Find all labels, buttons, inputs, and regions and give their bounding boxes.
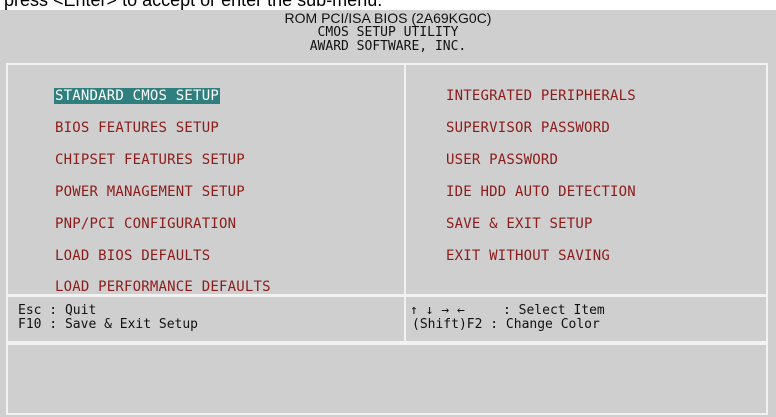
menu-item-bios-features-setup[interactable]: BIOS FEATURES SETUP [55, 120, 219, 136]
key-help-panel: Esc : Quit F10 : Save & Exit Setup ↑ ↓ →… [6, 295, 768, 343]
menu-item-standard-cmos-setup[interactable]: STANDARD CMOS SETUP [54, 88, 220, 104]
menu-item-chipset-features-setup[interactable]: CHIPSET FEATURES SETUP [55, 152, 245, 168]
menu-item-user-password[interactable]: USER PASSWORD [446, 152, 558, 168]
help-divider [404, 297, 406, 341]
instruction-caption: press <Enter> to accept or enter the sub… [4, 0, 383, 10]
help-f10-save-exit: F10 : Save & Exit Setup [18, 317, 199, 332]
vendor-title: AWARD SOFTWARE, INC. [309, 39, 467, 54]
bios-version-title: ROM PCI/ISA BIOS (2A69KG0C) [284, 10, 492, 26]
menu-item-pnp-pci-configuration[interactable]: PNP/PCI CONFIGURATION [55, 216, 236, 232]
arrow-keys-icon: ↑ ↓ → ← [410, 303, 465, 318]
menu-item-save-exit-setup[interactable]: SAVE & EXIT SETUP [446, 216, 593, 232]
menu-item-ide-hdd-auto-detection[interactable]: IDE HDD AUTO DETECTION [446, 184, 636, 200]
menu-item-supervisor-password[interactable]: SUPERVISOR PASSWORD [446, 120, 610, 136]
help-change-color: (Shift)F2 : Change Color [412, 317, 600, 332]
help-esc-quit: Esc : Quit [18, 303, 97, 318]
status-panel [6, 343, 768, 415]
main-menu: STANDARD CMOS SETUP BIOS FEATURES SETUP … [6, 63, 768, 296]
bios-screen: ROM PCI/ISA BIOS (2A69KG0C) CMOS SETUP U… [0, 10, 776, 417]
menu-divider [404, 65, 406, 294]
menu-item-load-performance-defaults[interactable]: LOAD PERFORMANCE DEFAULTS [55, 279, 271, 295]
menu-item-load-bios-defaults[interactable]: LOAD BIOS DEFAULTS [55, 248, 210, 264]
menu-item-power-management-setup[interactable]: POWER MANAGEMENT SETUP [55, 184, 245, 200]
help-select-item: : Select Item [503, 303, 605, 318]
menu-item-exit-without-saving[interactable]: EXIT WITHOUT SAVING [446, 248, 610, 264]
utility-title: CMOS SETUP UTILITY [317, 25, 459, 40]
menu-item-integrated-peripherals[interactable]: INTEGRATED PERIPHERALS [446, 88, 636, 104]
